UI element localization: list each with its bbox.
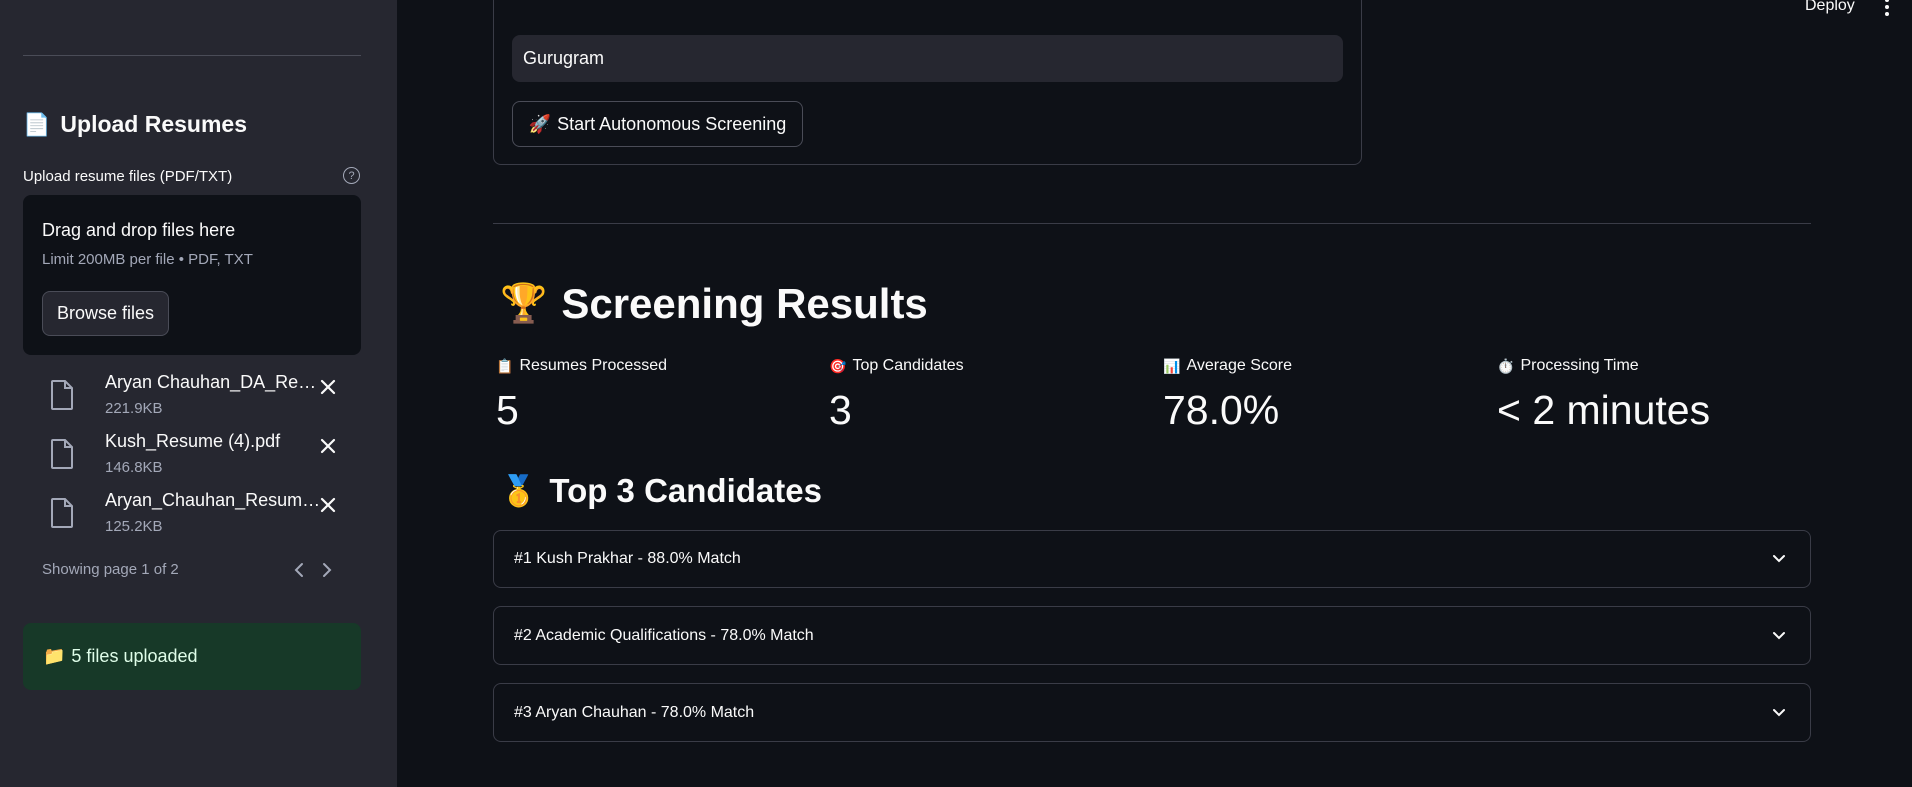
file-icon <box>51 498 73 528</box>
metric-label-text: Processing Time <box>1520 357 1639 374</box>
candidate-expander-label: #1 Kush Prakhar - 88.0% Match <box>514 550 741 567</box>
app-root: 📄 Upload Resumes Upload resume files (PD… <box>0 0 1912 787</box>
document-icon: 📄 <box>23 111 51 137</box>
pagination-text: Showing page 1 of 2 <box>42 561 179 578</box>
top-candidates-heading: 🥇 Top 3 Candidates <box>500 472 822 510</box>
file-name: Kush_Resume (4).pdf <box>105 431 281 451</box>
rocket-icon: 🚀 <box>528 113 552 134</box>
file-dropzone[interactable]: Drag and drop files here Limit 200MB per… <box>23 195 361 355</box>
deploy-button[interactable]: Deploy <box>1805 0 1855 15</box>
candidate-expander[interactable]: #3 Aryan Chauhan - 78.0% Match <box>493 683 1811 742</box>
dropzone-limit: Limit 200MB per file • PDF, TXT <box>42 251 253 268</box>
folder-icon: 📁 <box>43 646 66 666</box>
metric-label: ⏱️ Processing Time <box>1497 357 1710 375</box>
remove-file-icon[interactable] <box>317 494 339 516</box>
browse-files-button[interactable]: Browse files <box>42 291 169 336</box>
metric-value: 5 <box>496 387 519 433</box>
results-heading: 🏆 Screening Results <box>500 280 928 328</box>
sidebar: 📄 Upload Resumes Upload resume files (PD… <box>0 0 397 787</box>
location-input[interactable]: Gurugram <box>512 35 1343 82</box>
metric-top-candidates: 🎯 Top Candidates 3 <box>829 357 964 434</box>
metric-processing-time: ⏱️ Processing Time < 2 minutes <box>1497 357 1710 434</box>
main-divider <box>493 223 1811 224</box>
metric-label-text: Top Candidates <box>852 357 964 374</box>
metric-average-score: 📊 Average Score 78.0% <box>1163 357 1292 434</box>
file-size: 146.8KB <box>105 459 163 476</box>
metric-value: 3 <box>829 387 852 433</box>
metric-label: 📋 Resumes Processed <box>496 357 667 375</box>
chevron-down-icon <box>1773 708 1785 716</box>
uploaded-file-item: Aryan_Chauhan_Resume.pdf 125.2KB <box>42 490 352 544</box>
metric-label: 📊 Average Score <box>1163 357 1292 375</box>
file-size: 125.2KB <box>105 518 163 535</box>
metric-value: 78.0% <box>1163 387 1280 433</box>
start-screening-button[interactable]: 🚀 Start Autonomous Screening <box>512 101 803 147</box>
file-icon <box>51 380 73 410</box>
chevron-down-icon <box>1773 631 1785 639</box>
medal-icon: 🥇 <box>500 474 538 508</box>
candidate-expander[interactable]: #2 Academic Qualifications - 78.0% Match <box>493 606 1811 665</box>
target-icon: 🎯 <box>829 357 847 374</box>
chevron-left-icon[interactable] <box>290 560 308 580</box>
metric-label-text: Resumes Processed <box>519 357 668 374</box>
candidate-expander-label: #2 Academic Qualifications - 78.0% Match <box>514 626 814 644</box>
upload-heading-text: Upload Resumes <box>60 111 248 137</box>
chevron-down-icon <box>1773 555 1785 563</box>
file-name: Aryan_Chauhan_Resume.pdf <box>105 490 325 510</box>
top-candidates-heading-text: Top 3 Candidates <box>549 472 822 509</box>
uploaded-file-item: Kush_Resume (4).pdf 146.8KB <box>42 431 352 485</box>
stopwatch-icon: ⏱️ <box>1497 357 1515 374</box>
metric-resumes-processed: 📋 Resumes Processed 5 <box>496 357 667 434</box>
file-size: 221.9KB <box>105 400 163 417</box>
metric-label-text: Average Score <box>1186 357 1292 374</box>
remove-file-icon[interactable] <box>317 435 339 457</box>
sidebar-divider <box>23 55 361 56</box>
upload-heading: 📄 Upload Resumes <box>23 111 247 138</box>
upload-label: Upload resume files (PDF/TXT) <box>23 168 233 185</box>
chevron-right-icon[interactable] <box>318 560 336 580</box>
results-heading-text: Screening Results <box>561 280 928 327</box>
metric-value: < 2 minutes <box>1497 387 1711 433</box>
file-name: Aryan Chauhan_DA_Resume.pdf <box>105 372 325 392</box>
upload-success-text: 5 files uploaded <box>71 646 198 666</box>
candidate-expander[interactable]: #1 Kush Prakhar - 88.0% Match <box>493 530 1811 588</box>
clipboard-icon: 📋 <box>496 357 514 374</box>
trophy-icon: 🏆 <box>500 283 548 325</box>
metric-label: 🎯 Top Candidates <box>829 357 964 375</box>
upload-success-alert: 📁 5 files uploaded <box>23 623 361 690</box>
bar-chart-icon: 📊 <box>1163 357 1181 374</box>
help-icon[interactable]: ? <box>343 167 360 184</box>
dropzone-title: Drag and drop files here <box>42 220 236 240</box>
uploaded-file-item: Aryan Chauhan_DA_Resume.pdf 221.9KB <box>42 372 352 426</box>
file-icon <box>51 439 73 469</box>
kebab-menu-icon[interactable] <box>1882 0 1892 16</box>
start-screening-label: Start Autonomous Screening <box>557 113 787 134</box>
remove-file-icon[interactable] <box>317 376 339 398</box>
candidate-expander-label: #3 Aryan Chauhan - 78.0% Match <box>514 703 755 721</box>
